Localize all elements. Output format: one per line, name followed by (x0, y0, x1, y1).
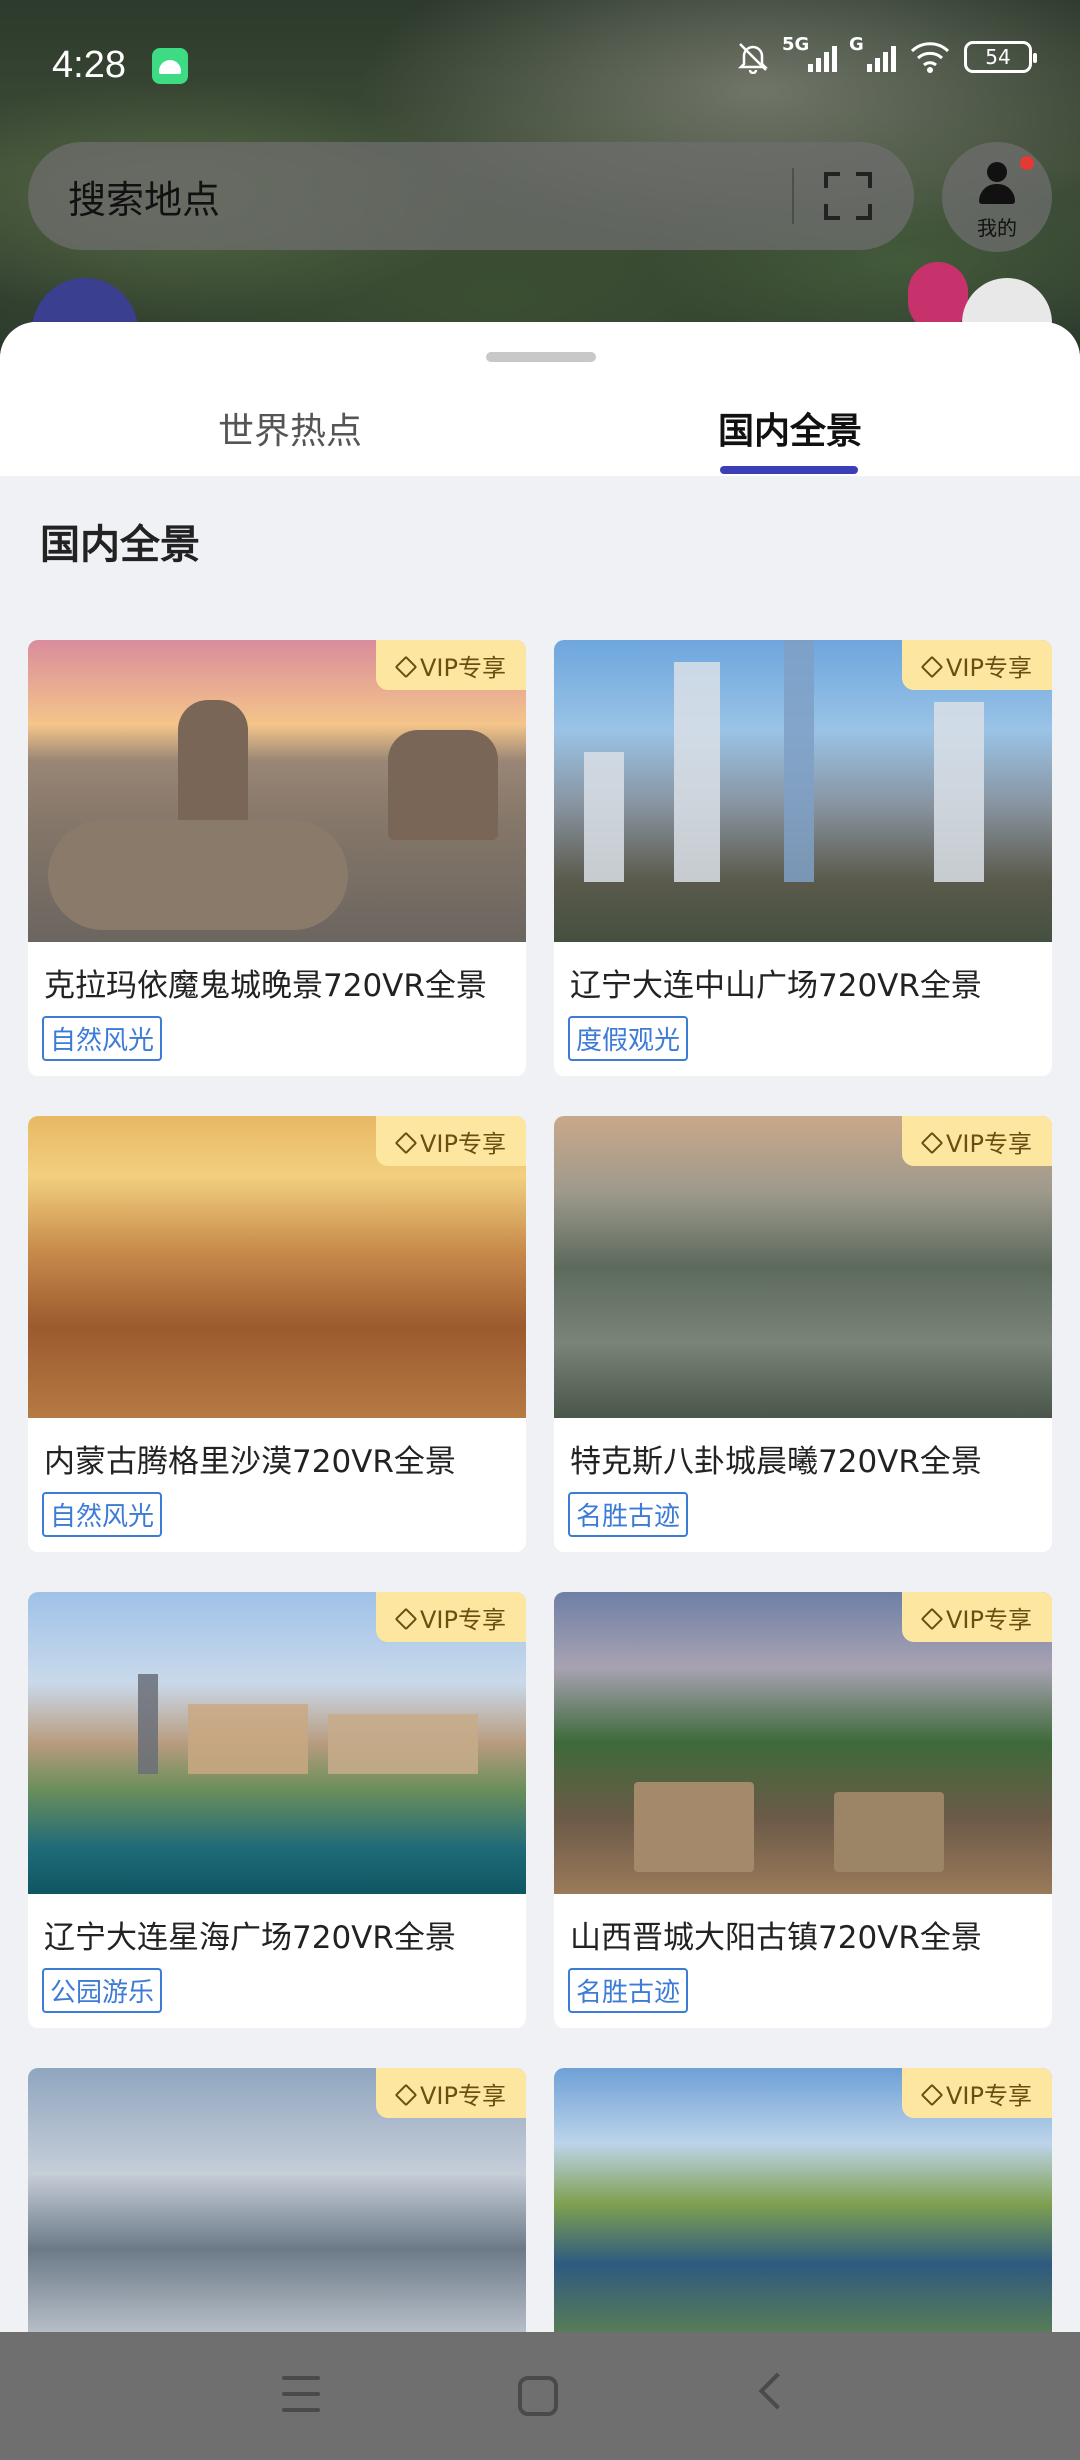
vip-badge: VIP专享 (376, 1592, 526, 1642)
notification-dot (1020, 156, 1034, 170)
panorama-card[interactable]: VIP专享 (554, 2068, 1052, 2332)
panorama-card[interactable]: VIP专享 内蒙古腾格里沙漠720VR全景 自然风光 (28, 1116, 526, 1552)
vip-label: VIP专享 (946, 2081, 1032, 2110)
card-title: 特克斯八卦城晨曦720VR全景 (570, 1444, 982, 1480)
card-thumbnail: VIP专享 (28, 2068, 526, 2332)
vip-badge: VIP专享 (902, 1116, 1052, 1166)
vip-label: VIP专享 (420, 1129, 506, 1158)
vip-label: VIP专享 (420, 2081, 506, 2110)
vip-badge: VIP专享 (376, 2068, 526, 2118)
back-icon[interactable] (758, 2372, 796, 2410)
panorama-card[interactable]: VIP专享 辽宁大连中山广场720VR全景 度假观光 (554, 640, 1052, 1076)
vip-label: VIP专享 (420, 1605, 506, 1634)
vip-label: VIP专享 (420, 653, 506, 682)
signal-g-icon: G (849, 34, 896, 72)
person-icon (979, 162, 1015, 206)
panorama-card[interactable]: VIP专享 山西晋城大阳古镇720VR全景 名胜古迹 (554, 1592, 1052, 2028)
profile-label: 我的 (977, 216, 1017, 240)
panorama-grid: VIP专享 克拉玛依魔鬼城晚景720VR全景 自然风光 VIP专享 辽宁大连中山… (28, 640, 1052, 2332)
panorama-card[interactable]: VIP专享 特克斯八卦城晨曦720VR全景 名胜古迹 (554, 1116, 1052, 1552)
diamond-icon (922, 1609, 942, 1625)
card-thumbnail: VIP专享 (554, 1592, 1052, 1894)
vip-label: VIP专享 (946, 1605, 1032, 1634)
card-tag[interactable]: 名胜古迹 (568, 1968, 689, 2013)
panorama-card[interactable]: VIP专享 克拉玛依魔鬼城晚景720VR全景 自然风光 (28, 640, 526, 1076)
status-icons: 5G G 54 (736, 34, 1037, 74)
signal-5g-icon: 5G (782, 34, 837, 72)
card-tag[interactable]: 自然风光 (42, 1016, 163, 1061)
card-thumbnail: VIP专享 (554, 2068, 1052, 2332)
bell-off-icon (737, 43, 769, 74)
card-thumbnail: VIP专享 (28, 1116, 526, 1418)
card-tag[interactable]: 名胜古迹 (568, 1492, 689, 1537)
card-title: 山西晋城大阳古镇720VR全景 (570, 1920, 982, 1956)
vip-badge: VIP专享 (376, 640, 526, 690)
navigation-bar (0, 2332, 1080, 2460)
home-icon[interactable] (518, 2376, 558, 2416)
vip-badge: VIP专享 (902, 1592, 1052, 1642)
diamond-icon (922, 1133, 942, 1149)
card-tag[interactable]: 度假观光 (568, 1016, 689, 1061)
vip-label: VIP专享 (946, 653, 1032, 682)
android-icon (152, 48, 188, 84)
section-title: 国内全景 (40, 522, 200, 568)
search-input[interactable]: 搜索地点 (68, 169, 792, 224)
diamond-icon (396, 1609, 416, 1625)
search-bar[interactable]: 搜索地点 (28, 142, 914, 250)
battery-icon: 54 (964, 41, 1037, 73)
card-thumbnail: VIP专享 (28, 1592, 526, 1894)
diamond-icon (396, 657, 416, 673)
search-divider (792, 168, 794, 224)
card-thumbnail: VIP专享 (28, 640, 526, 942)
panorama-card[interactable]: VIP专享 辽宁大连星海广场720VR全景 公园游乐 (28, 1592, 526, 2028)
card-title: 克拉玛依魔鬼城晚景720VR全景 (44, 968, 487, 1004)
panorama-card[interactable]: VIP专享 (28, 2068, 526, 2332)
menu-icon[interactable] (282, 2376, 320, 2412)
tab-indicator (720, 466, 858, 474)
status-bar: 4:28 5G G 54 (0, 0, 1080, 130)
card-tag[interactable]: 自然风光 (42, 1492, 163, 1537)
bottom-sheet: 世界热点 国内全景 国内全景 VIP专享 克拉玛依魔鬼城晚景720VR全景 自然… (0, 322, 1080, 2332)
grab-handle[interactable] (486, 352, 596, 362)
vip-badge: VIP专享 (902, 640, 1052, 690)
card-title: 辽宁大连中山广场720VR全景 (570, 968, 982, 1004)
card-title: 辽宁大连星海广场720VR全景 (44, 1920, 456, 1956)
card-thumbnail: VIP专享 (554, 640, 1052, 942)
profile-button[interactable]: 我的 (942, 142, 1052, 252)
vip-badge: VIP专享 (376, 1116, 526, 1166)
card-tag[interactable]: 公园游乐 (42, 1968, 163, 2013)
card-title: 内蒙古腾格里沙漠720VR全景 (44, 1444, 456, 1480)
scan-icon[interactable] (824, 172, 872, 220)
status-time: 4:28 (52, 44, 126, 86)
diamond-icon (396, 2085, 416, 2101)
diamond-icon (396, 1133, 416, 1149)
vip-badge: VIP专享 (902, 2068, 1052, 2118)
sheet-header: 世界热点 国内全景 (0, 322, 1080, 476)
tab-domestic-panorama[interactable]: 国内全景 (640, 402, 940, 454)
card-thumbnail: VIP专享 (554, 1116, 1052, 1418)
battery-level: 54 (985, 45, 1011, 69)
vip-label: VIP专享 (946, 1129, 1032, 1158)
tab-world-hotspots[interactable]: 世界热点 (140, 402, 440, 454)
diamond-icon (922, 657, 942, 673)
wifi-icon (910, 42, 950, 73)
diamond-icon (922, 2085, 942, 2101)
